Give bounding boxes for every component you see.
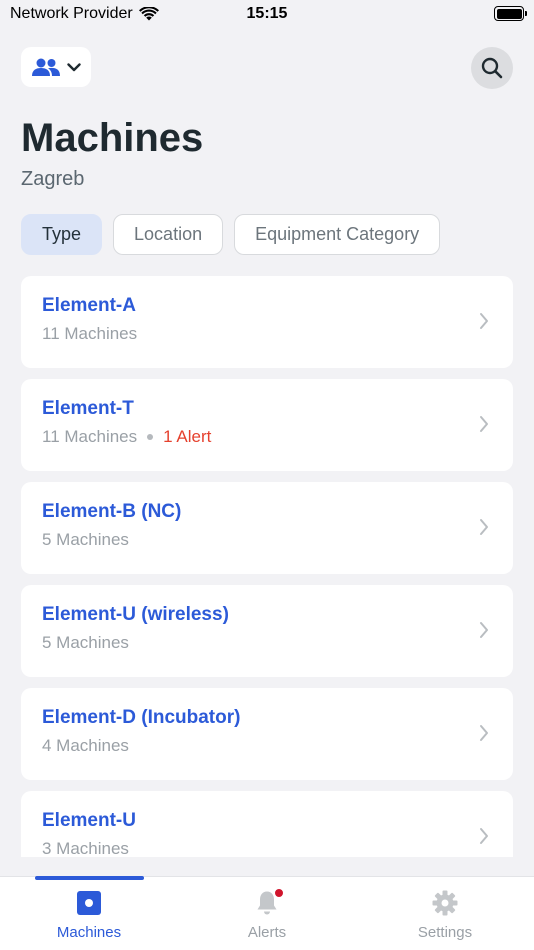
machine-group-card[interactable]: Element-B (NC) 5 Machines [21, 482, 513, 574]
machine-group-name: Element-B (NC) [42, 501, 182, 522]
carrier-name: Network Provider [10, 5, 133, 22]
chevron-right-icon [480, 828, 488, 844]
filter-chips: Type Location Equipment Category [21, 214, 441, 255]
wifi-icon [138, 6, 159, 20]
machine-group-card[interactable]: Element-U 3 Machines [21, 791, 513, 857]
machine-group-meta: 5 Machines [42, 633, 492, 653]
machine-group-meta: 11 Machines 1 Alert [42, 427, 492, 447]
top-row [21, 47, 513, 89]
machine-group-card[interactable]: Element-T 11 Machines 1 Alert [21, 379, 513, 471]
tab-settings[interactable]: Settings [356, 877, 534, 950]
machine-group-name: Element-D (Incubator) [42, 707, 241, 728]
machine-group-name: Element-T [42, 398, 134, 419]
search-icon [481, 57, 503, 79]
machine-group-name: Element-A [42, 295, 136, 316]
separator-dot [147, 434, 154, 440]
gear-icon [432, 890, 458, 916]
alert-count: 1 Alert [163, 427, 212, 446]
filter-chip-location[interactable]: Location [113, 214, 224, 255]
machine-group-card[interactable]: Element-A 11 Machines [21, 276, 513, 368]
page-subtitle: Zagreb [21, 168, 85, 190]
machine-count: 11 Machines [42, 324, 138, 343]
machine-count: 5 Machines [42, 530, 129, 549]
page-title: Machines [21, 116, 204, 160]
machine-group-meta: 3 Machines [42, 839, 492, 857]
active-tab-indicator [35, 876, 144, 880]
chevron-right-icon [480, 313, 488, 329]
machine-group-name: Element-U (wireless) [42, 604, 229, 625]
status-bar: Network Provider 15:15 [0, 0, 534, 28]
machines-icon [77, 891, 101, 915]
machine-group-meta: 11 Machines [42, 324, 492, 344]
tab-label: Alerts [247, 924, 287, 941]
people-icon [32, 58, 60, 76]
chevron-right-icon [480, 725, 488, 741]
machine-group-meta: 4 Machines [42, 736, 492, 756]
status-left: Network Provider [10, 5, 159, 23]
tab-label: Machines [56, 924, 122, 941]
tab-machines[interactable]: Machines [0, 877, 178, 950]
machine-group-meta: 5 Machines [42, 530, 492, 550]
tab-bar: Machines Alerts Settings [0, 876, 534, 950]
chevron-down-icon [67, 62, 81, 71]
group-switcher-button[interactable] [21, 47, 91, 87]
filter-chip-equipment-category[interactable]: Equipment Category [234, 214, 441, 255]
tab-alerts[interactable]: Alerts [178, 877, 356, 950]
alert-badge-dot [274, 888, 284, 898]
machine-count: 4 Machines [42, 736, 129, 755]
filter-chip-type[interactable]: Type [21, 214, 103, 255]
chevron-right-icon [480, 416, 488, 432]
chevron-right-icon [480, 622, 488, 638]
search-button[interactable] [471, 47, 513, 89]
machine-group-name: Element-U [42, 810, 136, 831]
machine-group-card[interactable]: Element-U (wireless) 5 Machines [21, 585, 513, 677]
machine-count: 5 Machines [42, 633, 129, 652]
machine-group-card[interactable]: Element-D (Incubator) 4 Machines [21, 688, 513, 780]
tab-label: Settings [417, 924, 473, 941]
battery-icon [494, 6, 527, 21]
machine-group-list: Element-A 11 Machines Element-T 11 Machi… [21, 276, 513, 857]
machine-count: 3 Machines [42, 839, 129, 857]
machine-count: 11 Machines [42, 427, 138, 446]
chevron-right-icon [480, 519, 488, 535]
